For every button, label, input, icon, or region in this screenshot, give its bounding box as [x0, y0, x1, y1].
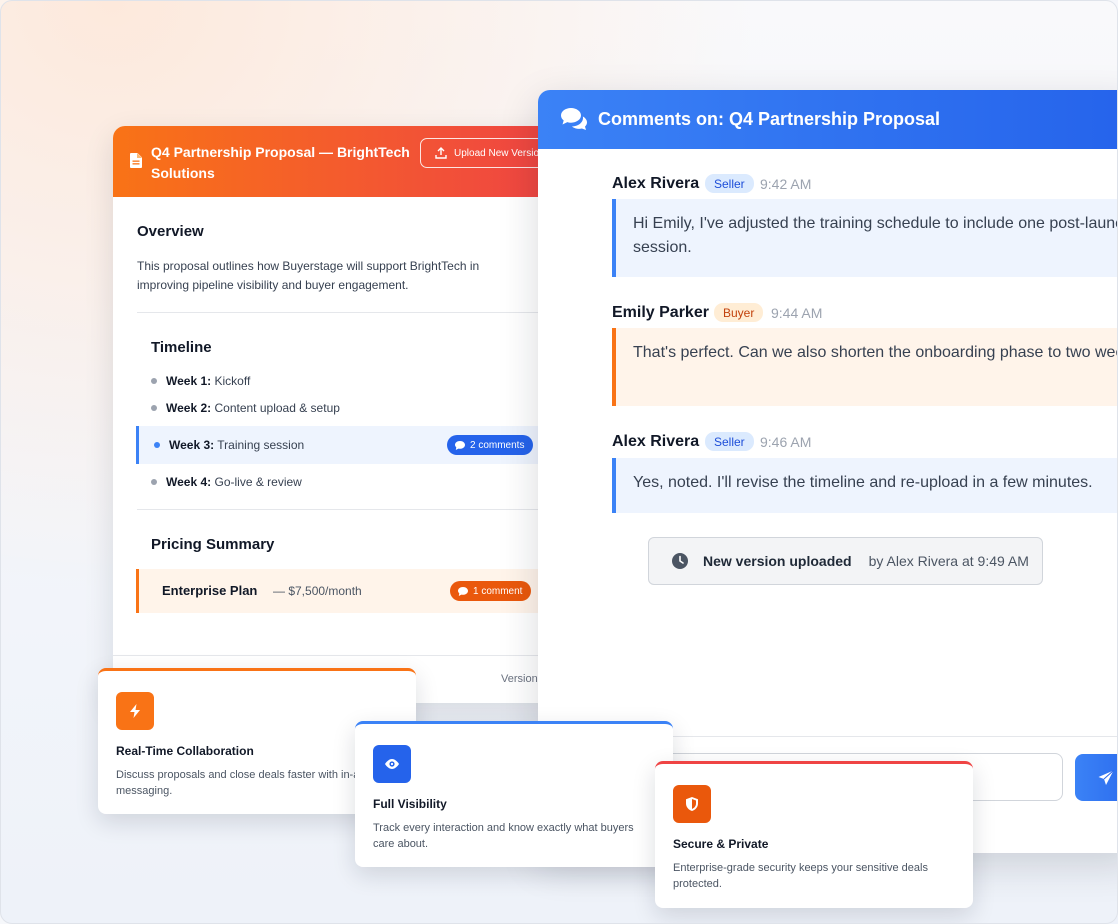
pricing-heading: Pricing Summary	[151, 536, 275, 553]
upload-icon	[435, 147, 447, 159]
comment-icon	[458, 586, 468, 596]
message-bubble: Yes, noted. I'll revise the timeline and…	[612, 458, 1117, 513]
comments-count: 2 comments	[470, 439, 525, 451]
comments-header: Comments on: Q4 Partnership Proposal	[538, 90, 1117, 149]
upload-button-label: Upload New Version	[454, 147, 545, 159]
timeline-week: Week 1:	[166, 374, 212, 388]
bullet	[151, 405, 157, 411]
pricing-row[interactable]: Enterprise Plan — $7,500/month 1 comment	[136, 569, 546, 613]
timeline-item: Week 4: Go-live & review	[151, 475, 302, 489]
overview-text: This proposal outlines how Buyerstage wi…	[137, 259, 480, 292]
role-badge: Seller	[705, 432, 754, 451]
feature-desc-line: care about.	[373, 838, 429, 850]
feature-card-visibility: Full Visibility Track every interaction …	[355, 721, 673, 867]
event-detail: by Alex Rivera at 9:49 AM	[868, 553, 1029, 569]
message-time: 9:42 AM	[760, 176, 812, 192]
lightning-icon	[130, 704, 140, 718]
feature-title: Real-Time Collaboration	[116, 744, 254, 758]
comments-title: Comments on: Q4 Partnership Proposal	[598, 109, 941, 129]
timeline-item: Week 1: Kickoff	[151, 374, 250, 388]
bullet	[151, 479, 157, 485]
feature-icon-box	[116, 692, 154, 730]
feature-desc-line: protected.	[673, 878, 722, 890]
bullet	[151, 378, 157, 384]
timeline-week: Week 3:	[169, 438, 215, 452]
divider	[137, 312, 563, 313]
send-button[interactable]	[1075, 754, 1117, 801]
message-bubble: That's perfect. Can we also shorten the …	[612, 328, 1117, 406]
comments-badge[interactable]: 2 comments	[447, 435, 534, 455]
feature-description: Track every interaction and know exactly…	[373, 820, 658, 852]
feature-desc-line: Track every interaction and know exactly…	[373, 822, 634, 834]
feature-description: Discuss proposals and close deals faster…	[116, 767, 356, 799]
shield-icon	[686, 797, 698, 811]
version-uploaded-notice: New version uploaded by Alex Rivera at 9…	[648, 537, 1043, 585]
message-bubble: Hi Emily, I've adjusted the training sch…	[612, 199, 1117, 277]
event-label: New version uploaded	[703, 553, 852, 569]
feature-description: Enterprise-grade security keeps your sen…	[673, 860, 958, 892]
comment-icon	[455, 440, 465, 450]
timeline-task: Content upload & setup	[214, 401, 340, 415]
footer-divider	[113, 655, 563, 656]
bullet	[154, 442, 160, 448]
timeline-week: Week 4:	[166, 475, 212, 489]
version-label: Version	[501, 673, 538, 685]
proposal-header: Q4 Partnership Proposal — BrightTech Sol…	[113, 126, 563, 197]
message-time: 9:44 AM	[771, 305, 823, 321]
eye-icon	[385, 759, 399, 769]
divider	[137, 509, 563, 510]
timeline-heading: Timeline	[151, 339, 212, 356]
feature-card-security: Secure & Private Enterprise-grade securi…	[655, 761, 973, 908]
message-author: Emily Parker	[612, 304, 709, 321]
plan-price: — $7,500/month	[273, 584, 362, 598]
feature-icon-box	[673, 785, 711, 823]
feature-desc-line: messaging.	[116, 785, 173, 797]
app-frame: Q4 Partnership Proposal — BrightTech Sol…	[0, 0, 1118, 924]
timeline-week: Week 2:	[166, 401, 212, 415]
feature-desc-line: Discuss proposals and close deals faster…	[116, 769, 356, 781]
timeline-item-content: Week 3: Training session	[154, 438, 304, 452]
timeline-item-highlighted[interactable]: Week 3: Training session 2 comments	[136, 426, 546, 464]
proposal-title: Q4 Partnership Proposal — BrightTech Sol…	[151, 144, 410, 181]
feature-title: Secure & Private	[673, 837, 769, 851]
message-author: Alex Rivera	[612, 433, 700, 450]
timeline-task: Kickoff	[214, 374, 251, 388]
feature-desc-line: Enterprise-grade security keeps your sen…	[673, 862, 928, 874]
role-badge: Seller	[705, 174, 754, 193]
comments-count: 1 comment	[473, 585, 523, 597]
comments-badge[interactable]: 1 comment	[450, 581, 532, 601]
clock-icon	[672, 553, 688, 569]
timeline-task: Training session	[217, 438, 305, 452]
timeline-task: Go-live & review	[214, 475, 302, 489]
send-icon	[1098, 770, 1114, 785]
overview-heading: Overview	[137, 223, 204, 240]
proposal-card: Q4 Partnership Proposal — BrightTech Sol…	[113, 126, 563, 703]
timeline-item: Week 2: Content upload & setup	[151, 401, 340, 415]
chat-bubbles-icon	[561, 108, 587, 130]
role-badge: Buyer	[714, 303, 764, 322]
document-icon	[130, 153, 142, 168]
plan-name: Enterprise Plan	[162, 583, 258, 598]
message-author: Alex Rivera	[612, 175, 700, 192]
message-time: 9:46 AM	[760, 434, 812, 450]
feature-icon-box	[373, 745, 411, 783]
feature-title: Full Visibility	[373, 797, 447, 811]
